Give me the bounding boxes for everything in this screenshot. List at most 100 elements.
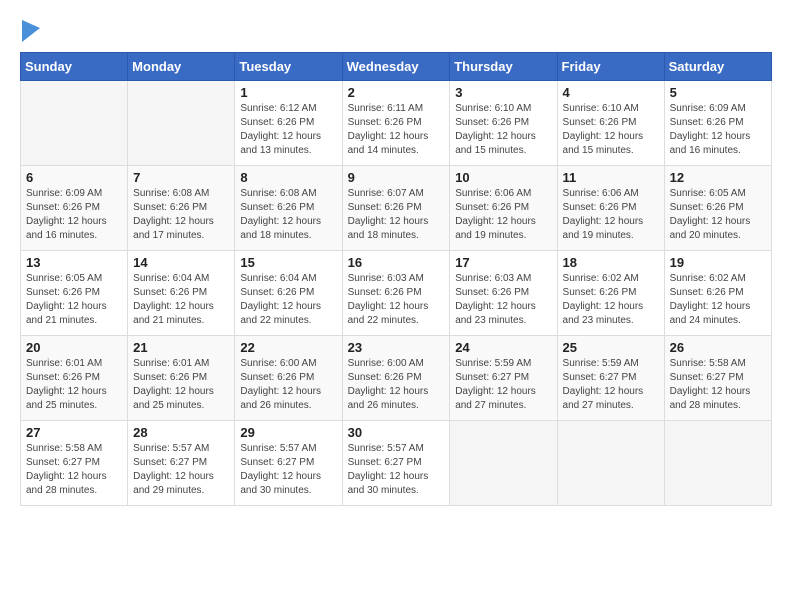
logo-text — [20, 20, 40, 44]
calendar-day-28: 28 Sunrise: 5:57 AM Sunset: 6:27 PM Dayli… — [128, 421, 235, 506]
day-number: 18 — [563, 255, 659, 270]
calendar-empty-cell — [557, 421, 664, 506]
day-number: 12 — [670, 170, 766, 185]
calendar-day-19: 19 Sunrise: 6:02 AM Sunset: 6:26 PM Dayli… — [664, 251, 771, 336]
calendar-day-6: 6 Sunrise: 6:09 AM Sunset: 6:26 PM Daylig… — [21, 166, 128, 251]
calendar-day-17: 17 Sunrise: 6:03 AM Sunset: 6:26 PM Dayli… — [450, 251, 557, 336]
day-info: Sunrise: 6:01 AM Sunset: 6:26 PM Dayligh… — [26, 357, 122, 413]
day-info: Sunrise: 6:03 AM Sunset: 6:26 PM Dayligh… — [455, 272, 551, 328]
day-info: Sunrise: 5:57 AM Sunset: 6:27 PM Dayligh… — [348, 442, 445, 498]
calendar-header-sunday: Sunday — [21, 53, 128, 81]
day-number: 22 — [240, 340, 336, 355]
day-info: Sunrise: 6:10 AM Sunset: 6:26 PM Dayligh… — [455, 102, 551, 158]
day-number: 16 — [348, 255, 445, 270]
calendar-day-13: 13 Sunrise: 6:05 AM Sunset: 6:26 PM Dayli… — [21, 251, 128, 336]
day-info: Sunrise: 6:04 AM Sunset: 6:26 PM Dayligh… — [240, 272, 336, 328]
calendar-day-9: 9 Sunrise: 6:07 AM Sunset: 6:26 PM Daylig… — [342, 166, 450, 251]
day-info: Sunrise: 6:00 AM Sunset: 6:26 PM Dayligh… — [240, 357, 336, 413]
calendar-day-15: 15 Sunrise: 6:04 AM Sunset: 6:26 PM Dayli… — [235, 251, 342, 336]
calendar-day-24: 24 Sunrise: 5:59 AM Sunset: 6:27 PM Dayli… — [450, 336, 557, 421]
day-number: 30 — [348, 425, 445, 440]
calendar-day-27: 27Sunrise: 5:58 AM Sunset: 6:27 PM Dayli… — [21, 421, 128, 506]
calendar-header-thursday: Thursday — [450, 53, 557, 81]
calendar-empty-cell — [450, 421, 557, 506]
day-number: 25 — [563, 340, 659, 355]
day-info: Sunrise: 5:58 AM Sunset: 6:27 PM Dayligh… — [670, 357, 766, 413]
day-info: Sunrise: 6:01 AM Sunset: 6:26 PM Dayligh… — [133, 357, 229, 413]
day-info: Sunrise: 6:02 AM Sunset: 6:26 PM Dayligh… — [563, 272, 659, 328]
day-number: 20 — [26, 340, 122, 355]
calendar-day-11: 11Sunrise: 6:06 AM Sunset: 6:26 PM Dayli… — [557, 166, 664, 251]
calendar-week-row: 27Sunrise: 5:58 AM Sunset: 6:27 PM Dayli… — [21, 421, 772, 506]
day-number: 4 — [563, 85, 659, 100]
day-info: Sunrise: 5:59 AM Sunset: 6:27 PM Dayligh… — [455, 357, 551, 413]
day-number: 21 — [133, 340, 229, 355]
day-number: 29 — [240, 425, 336, 440]
day-number: 9 — [348, 170, 445, 185]
day-number: 13 — [26, 255, 122, 270]
day-number: 15 — [240, 255, 336, 270]
calendar-day-3: 3 Sunrise: 6:10 AM Sunset: 6:26 PM Daylig… — [450, 81, 557, 166]
day-number: 24 — [455, 340, 551, 355]
calendar-empty-cell — [664, 421, 771, 506]
day-info: Sunrise: 6:02 AM Sunset: 6:26 PM Dayligh… — [670, 272, 766, 328]
calendar-day-22: 22 Sunrise: 6:00 AM Sunset: 6:26 PM Dayli… — [235, 336, 342, 421]
day-info: Sunrise: 6:10 AM Sunset: 6:26 PM Dayligh… — [563, 102, 659, 158]
day-info: Sunrise: 6:08 AM Sunset: 6:26 PM Dayligh… — [133, 187, 229, 243]
day-number: 6 — [26, 170, 122, 185]
day-number: 19 — [670, 255, 766, 270]
calendar-header-monday: Monday — [128, 53, 235, 81]
day-number: 7 — [133, 170, 229, 185]
calendar-day-23: 23 Sunrise: 6:00 AM Sunset: 6:26 PM Dayli… — [342, 336, 450, 421]
calendar-week-row: 20 Sunrise: 6:01 AM Sunset: 6:26 PM Dayli… — [21, 336, 772, 421]
day-number: 28 — [133, 425, 229, 440]
day-info: Sunrise: 6:04 AM Sunset: 6:26 PM Dayligh… — [133, 272, 229, 328]
day-info: Sunrise: 6:05 AM Sunset: 6:26 PM Dayligh… — [670, 187, 766, 243]
day-info: Sunrise: 6:12 AM Sunset: 6:26 PM Dayligh… — [240, 102, 336, 158]
logo — [20, 20, 40, 42]
calendar-table: SundayMondayTuesdayWednesdayThursdayFrid… — [20, 52, 772, 506]
calendar-empty-cell — [21, 81, 128, 166]
calendar-header-wednesday: Wednesday — [342, 53, 450, 81]
calendar-week-row: 6 Sunrise: 6:09 AM Sunset: 6:26 PM Daylig… — [21, 166, 772, 251]
day-number: 1 — [240, 85, 336, 100]
calendar-day-5: 5 Sunrise: 6:09 AM Sunset: 6:26 PM Daylig… — [664, 81, 771, 166]
calendar-day-12: 12 Sunrise: 6:05 AM Sunset: 6:26 PM Dayli… — [664, 166, 771, 251]
logo-icon — [22, 20, 40, 42]
calendar-day-2: 2Sunrise: 6:11 AM Sunset: 6:26 PM Daylig… — [342, 81, 450, 166]
day-info: Sunrise: 6:09 AM Sunset: 6:26 PM Dayligh… — [26, 187, 122, 243]
day-info: Sunrise: 5:57 AM Sunset: 6:27 PM Dayligh… — [133, 442, 229, 498]
day-number: 23 — [348, 340, 445, 355]
day-info: Sunrise: 6:05 AM Sunset: 6:26 PM Dayligh… — [26, 272, 122, 328]
day-info: Sunrise: 6:00 AM Sunset: 6:26 PM Dayligh… — [348, 357, 445, 413]
calendar-day-18: 18 Sunrise: 6:02 AM Sunset: 6:26 PM Dayli… — [557, 251, 664, 336]
calendar-day-10: 10Sunrise: 6:06 AM Sunset: 6:26 PM Dayli… — [450, 166, 557, 251]
calendar-header-friday: Friday — [557, 53, 664, 81]
day-number: 17 — [455, 255, 551, 270]
day-number: 8 — [240, 170, 336, 185]
calendar-day-29: 29 Sunrise: 5:57 AM Sunset: 6:27 PM Dayli… — [235, 421, 342, 506]
day-info: Sunrise: 5:58 AM Sunset: 6:27 PM Dayligh… — [26, 442, 122, 498]
day-number: 3 — [455, 85, 551, 100]
day-info: Sunrise: 6:03 AM Sunset: 6:26 PM Dayligh… — [348, 272, 445, 328]
day-info: Sunrise: 5:57 AM Sunset: 6:27 PM Dayligh… — [240, 442, 336, 498]
calendar-header-saturday: Saturday — [664, 53, 771, 81]
day-info: Sunrise: 6:06 AM Sunset: 6:26 PM Dayligh… — [563, 187, 659, 243]
calendar-day-14: 14Sunrise: 6:04 AM Sunset: 6:26 PM Dayli… — [128, 251, 235, 336]
calendar-day-20: 20 Sunrise: 6:01 AM Sunset: 6:26 PM Dayli… — [21, 336, 128, 421]
day-info: Sunrise: 6:11 AM Sunset: 6:26 PM Dayligh… — [348, 102, 445, 158]
day-number: 5 — [670, 85, 766, 100]
calendar-header-tuesday: Tuesday — [235, 53, 342, 81]
day-info: Sunrise: 6:07 AM Sunset: 6:26 PM Dayligh… — [348, 187, 445, 243]
calendar-day-25: 25 Sunrise: 5:59 AM Sunset: 6:27 PM Dayli… — [557, 336, 664, 421]
page-header — [20, 20, 772, 42]
day-info: Sunrise: 5:59 AM Sunset: 6:27 PM Dayligh… — [563, 357, 659, 413]
day-info: Sunrise: 6:08 AM Sunset: 6:26 PM Dayligh… — [240, 187, 336, 243]
calendar-week-row: 13 Sunrise: 6:05 AM Sunset: 6:26 PM Dayli… — [21, 251, 772, 336]
day-info: Sunrise: 6:09 AM Sunset: 6:26 PM Dayligh… — [670, 102, 766, 158]
calendar-day-8: 8 Sunrise: 6:08 AM Sunset: 6:26 PM Daylig… — [235, 166, 342, 251]
calendar-day-26: 26Sunrise: 5:58 AM Sunset: 6:27 PM Dayli… — [664, 336, 771, 421]
day-number: 10 — [455, 170, 551, 185]
calendar-header-row: SundayMondayTuesdayWednesdayThursdayFrid… — [21, 53, 772, 81]
calendar-day-7: 7 Sunrise: 6:08 AM Sunset: 6:26 PM Daylig… — [128, 166, 235, 251]
